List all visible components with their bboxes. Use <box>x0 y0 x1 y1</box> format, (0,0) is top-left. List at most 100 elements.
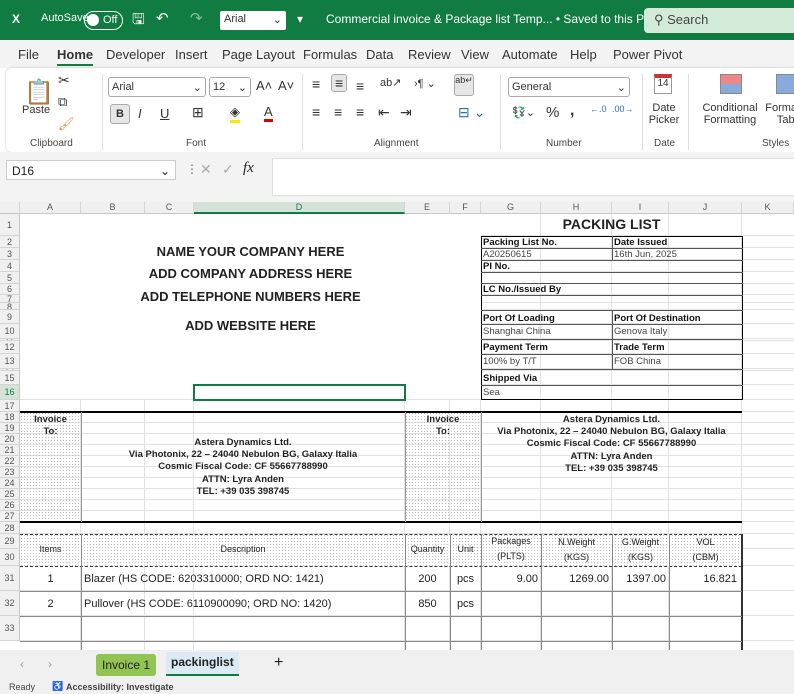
item-vol[interactable]: 16.821 <box>703 573 737 585</box>
autosave-toggle[interactable]: Off <box>84 11 123 30</box>
customize-toolbar-icon[interactable]: ▾ <box>297 12 303 26</box>
italic-button[interactable]: I <box>138 106 142 121</box>
column-header-b[interactable]: B <box>81 202 145 214</box>
bold-button[interactable]: B <box>110 104 130 124</box>
row-header-32[interactable]: 32 <box>0 591 20 616</box>
font-color-icon[interactable]: A <box>264 104 273 122</box>
row-header-8[interactable]: 8 <box>0 303 20 310</box>
name-box[interactable]: D16 ⌄ <box>6 160 176 180</box>
next-sheet-icon[interactable]: › <box>48 657 52 671</box>
row-header-18[interactable]: 18 <box>0 412 20 423</box>
menu-tab-data[interactable]: Data <box>366 47 393 62</box>
row-header-4[interactable]: 4 <box>0 260 20 272</box>
row-header-27[interactable]: 27 <box>0 511 20 522</box>
item-quantity[interactable]: 200 <box>405 573 450 585</box>
decrease-indent-icon[interactable]: ⇤ <box>378 104 390 121</box>
menu-tab-file[interactable]: File <box>18 47 39 62</box>
row-header-19[interactable]: 19 <box>0 423 20 434</box>
row-header-25[interactable]: 25 <box>0 489 20 500</box>
menu-tab-power-pivot[interactable]: Power Pivot <box>613 47 682 62</box>
align-top-icon[interactable]: ≡ <box>312 76 320 92</box>
row-header-24[interactable]: 24 <box>0 478 20 489</box>
menu-tab-help[interactable]: Help <box>570 47 597 62</box>
increase-decimal-icon[interactable]: ←.0 <box>590 104 607 114</box>
underline-button[interactable]: U <box>160 106 169 121</box>
row-header-2[interactable]: 2 <box>0 236 20 248</box>
row-header-9[interactable]: 9 <box>0 310 20 324</box>
add-sheet-icon[interactable]: + <box>274 654 283 672</box>
increase-font-icon[interactable]: A˄ <box>256 78 272 93</box>
row-header-1[interactable]: 1 <box>0 214 20 236</box>
spreadsheet-grid[interactable]: ABCDEFGHIJK12345678910111213141516171819… <box>0 202 794 650</box>
conditional-formatting-button[interactable]: Conditional Formatting <box>698 102 762 126</box>
row-header-31[interactable]: 31 <box>0 566 20 591</box>
menu-tab-page-layout[interactable]: Page Layout <box>222 47 295 62</box>
fill-color-icon[interactable]: ◈ <box>230 104 240 123</box>
formula-input[interactable] <box>272 158 794 196</box>
column-header-a[interactable]: A <box>20 202 81 214</box>
percent-icon[interactable]: % <box>546 104 559 121</box>
item-pk[interactable]: 9.00 <box>517 573 538 585</box>
menu-tab-insert[interactable]: Insert <box>175 47 208 62</box>
redo-icon[interactable]: ↷ <box>190 9 203 27</box>
selected-cell-d16[interactable] <box>193 384 406 401</box>
wrap-text-button[interactable]: ab↵ <box>454 74 474 96</box>
column-header-c[interactable]: C <box>145 202 194 214</box>
column-header-d[interactable]: D <box>194 202 405 214</box>
row-header-6[interactable]: 6 <box>0 284 20 295</box>
item-nw[interactable]: 1269.00 <box>569 573 609 585</box>
column-header-i[interactable]: I <box>612 202 669 214</box>
row-header-23[interactable]: 23 <box>0 467 20 478</box>
sheet-tab-packinglist[interactable]: packinglist <box>166 652 239 676</box>
comma-style-icon[interactable]: , <box>570 102 574 120</box>
date-picker-button[interactable]: Date Picker <box>646 102 682 126</box>
item-gw[interactable]: 1397.00 <box>626 573 666 585</box>
align-bottom-icon[interactable]: ≡ <box>356 78 364 94</box>
increase-indent-icon[interactable]: ⇥ <box>400 104 412 121</box>
item-description[interactable]: Pullover (HS CODE: 6110900090; ORD NO: 1… <box>84 598 331 610</box>
quick-font-select[interactable]: Arial ⌄ <box>220 11 286 30</box>
cut-icon[interactable]: ✂ <box>58 72 70 89</box>
row-header-33[interactable]: 33 <box>0 616 20 641</box>
accessibility-status[interactable]: Accessibility: Investigate <box>66 682 174 692</box>
item-unit[interactable]: pcs <box>450 573 481 585</box>
menu-tab-developer[interactable]: Developer <box>106 47 165 62</box>
menu-tab-review[interactable]: Review <box>408 47 451 62</box>
number-format-select[interactable]: General ⌄ <box>508 77 630 97</box>
row-header-12[interactable]: 12 <box>0 341 20 354</box>
document-title[interactable]: Commercial invoice & Package list Temp..… <box>326 12 666 26</box>
column-header-j[interactable]: J <box>669 202 742 214</box>
menu-tab-home[interactable]: Home <box>57 47 94 66</box>
row-header-20[interactable]: 20 <box>0 434 20 445</box>
company-website[interactable]: ADD WEBSITE HERE <box>20 318 481 333</box>
company-name[interactable]: NAME YOUR COMPANY HERE <box>20 244 481 259</box>
format-painter-icon[interactable]: 🖌 <box>58 116 75 132</box>
row-header-17[interactable]: 17 <box>0 400 20 412</box>
font-name-select[interactable]: Arial ⌄ <box>108 77 206 97</box>
company-phone[interactable]: ADD TELEPHONE NUMBERS HERE <box>20 289 481 304</box>
merge-center-icon[interactable]: ⊟ ⌄ <box>458 104 485 121</box>
paste-icon[interactable]: 📋 <box>24 78 54 107</box>
enter-icon[interactable]: ✓ <box>222 161 234 178</box>
row-header-10[interactable]: 10 <box>0 324 20 339</box>
font-size-select[interactable]: 12 ⌄ <box>209 77 251 97</box>
row-header-29[interactable]: 29 <box>0 534 20 549</box>
row-header-26[interactable]: 26 <box>0 500 20 511</box>
column-header-h[interactable]: H <box>541 202 612 214</box>
save-icon[interactable]: 🖫 <box>132 9 145 34</box>
align-right-icon[interactable]: ≡ <box>356 104 364 120</box>
item-quantity[interactable]: 850 <box>405 598 450 610</box>
row-header-30[interactable]: 30 <box>0 549 20 566</box>
align-center-icon[interactable]: ≡ <box>334 104 342 120</box>
align-left-icon[interactable]: ≡ <box>312 104 320 120</box>
row-header-13[interactable]: 13 <box>0 354 20 369</box>
copy-icon[interactable]: ⧉ <box>58 94 67 110</box>
row-header-15[interactable]: 15 <box>0 371 20 385</box>
row-header-16[interactable]: 16 <box>0 385 20 400</box>
prev-sheet-icon[interactable]: ‹ <box>20 657 24 671</box>
row-header-28[interactable]: 28 <box>0 522 20 534</box>
item-description[interactable]: Blazer (HS CODE: 6203310000; ORD NO: 142… <box>84 573 324 585</box>
decrease-font-icon[interactable]: A˅ <box>278 78 294 93</box>
menu-tab-view[interactable]: View <box>461 47 489 62</box>
menu-tab-formulas[interactable]: Formulas <box>303 47 357 62</box>
